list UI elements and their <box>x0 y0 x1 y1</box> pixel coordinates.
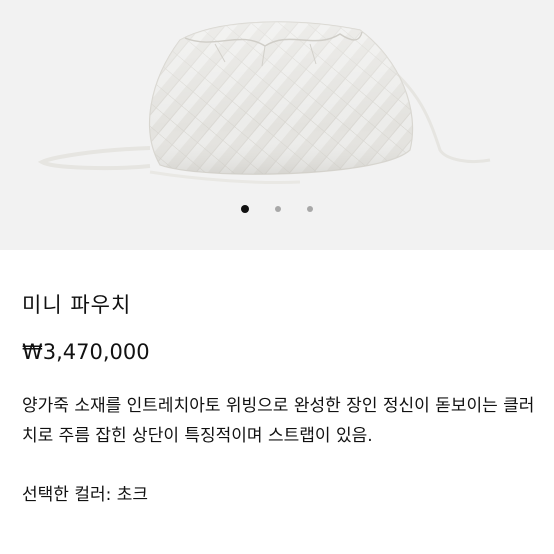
product-details: 미니 파우치 ₩3,470,000 양가죽 소재를 인트레치아토 위빙으로 완성… <box>0 291 554 507</box>
product-image-gallery[interactable] <box>0 0 554 250</box>
gallery-dot-2[interactable] <box>275 206 281 212</box>
selected-color-label: 선택한 컬러: 초크 <box>22 485 149 505</box>
product-description: 양가죽 소재를 인트레치아토 위빙으로 완성한 장인 정신이 돋보이는 클러치로… <box>22 396 535 446</box>
gallery-pagination <box>0 205 554 213</box>
gallery-dot-1[interactable] <box>241 205 249 213</box>
product-title: 미니 파우치 <box>22 293 132 317</box>
gallery-dot-3[interactable] <box>307 206 313 212</box>
product-price: ₩3,470,000 <box>22 340 150 364</box>
